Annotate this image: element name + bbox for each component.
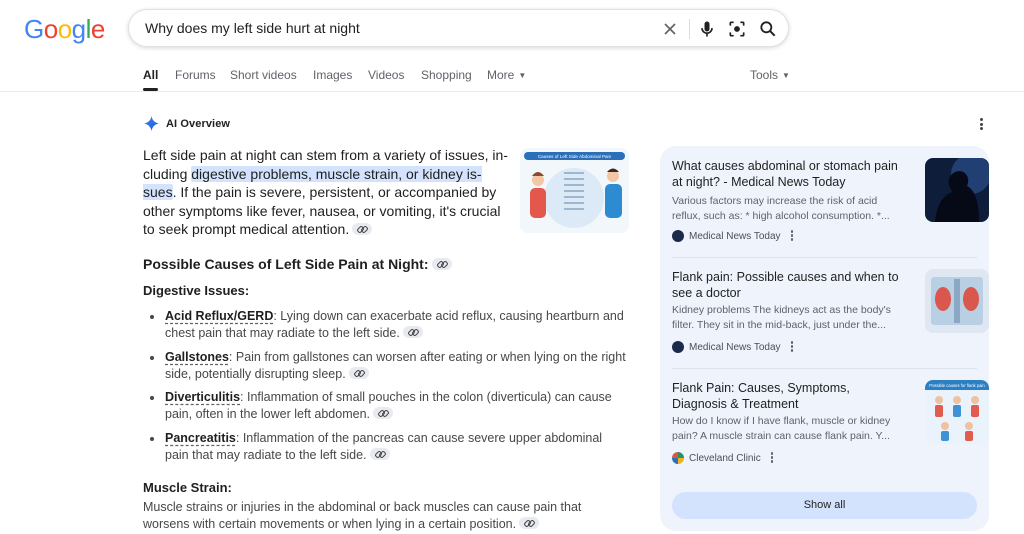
ai-overview-intro: Left side pain at night can stem from a …: [143, 146, 513, 239]
tab-shopping[interactable]: Shopping: [421, 68, 472, 82]
lens-icon[interactable]: [727, 19, 747, 39]
more-options-icon[interactable]: [976, 118, 986, 132]
link-icon[interactable]: [431, 258, 452, 270]
gemini-sparkle-icon: [143, 115, 160, 132]
google-logo[interactable]: Google: [24, 14, 105, 45]
logo-letter: o: [57, 14, 72, 44]
tab-forums[interactable]: Forums: [175, 68, 216, 82]
source-favicon-icon: [672, 230, 684, 242]
term-link[interactable]: Diverticulitis: [165, 390, 240, 404]
source-name: Medical News Today: [689, 341, 781, 353]
list-item: Diverticulitis: Inflammation of small po…: [148, 389, 628, 423]
more-options-icon[interactable]: [790, 341, 794, 353]
causes-heading: Possible Causes of Left Side Pain at Nig…: [143, 256, 452, 272]
list-item: Gallstones: Pain from gallstones can wor…: [148, 349, 628, 383]
logo-letter: g: [71, 14, 86, 44]
logo-letter: G: [24, 14, 44, 44]
thumbnail-caption: Causes of Left Side Abdominal Pain: [538, 154, 612, 159]
overview-thumbnail[interactable]: Causes of Left Side Abdominal Pain: [520, 148, 629, 233]
search-tabs: All Forums Short videos Images Videos Sh…: [0, 62, 1024, 92]
tab-short-videos[interactable]: Short videos: [230, 68, 297, 82]
source-title[interactable]: What causes abdominal or stomach pain at…: [672, 158, 904, 190]
source-name: Medical News Today: [689, 230, 781, 242]
thumbnail-caption: Possible causes for flank pain: [929, 383, 985, 388]
tab-videos[interactable]: Videos: [368, 68, 404, 82]
source-title[interactable]: Flank pain: Possible causes and when to …: [672, 269, 904, 301]
link-icon[interactable]: [519, 517, 540, 529]
tab-more-label: More: [487, 68, 515, 82]
more-options-icon[interactable]: [770, 452, 774, 464]
source-card[interactable]: Flank Pain: Causes, Symptoms, Diagnosis …: [672, 380, 989, 480]
link-icon[interactable]: [352, 223, 373, 235]
source-card[interactable]: Flank pain: Possible causes and when to …: [672, 269, 989, 369]
caret-down-icon: ▼: [782, 71, 790, 80]
digestive-heading: Digestive Issues:: [143, 283, 250, 298]
sources-panel: What causes abdominal or stomach pain at…: [660, 146, 989, 531]
logo-letter: e: [90, 14, 105, 44]
source-name: Cleveland Clinic: [689, 452, 761, 464]
term-link[interactable]: Acid Reflux/GERD: [165, 309, 273, 323]
link-icon[interactable]: [348, 367, 369, 379]
active-tab-indicator: [143, 88, 158, 91]
source-thumbnail[interactable]: [925, 269, 989, 333]
caret-down-icon: ▼: [518, 71, 527, 80]
list-item: Pancreatitis: Inflammation of the pancre…: [148, 430, 628, 464]
list-item: Acid Reflux/GERD: Lying down can exacerb…: [148, 308, 628, 342]
ai-overview-header: AI Overview: [143, 115, 230, 132]
tools-label: Tools: [750, 68, 779, 82]
search-icon[interactable]: [758, 19, 778, 39]
source-attribution: Cleveland Clinic: [672, 452, 774, 464]
source-thumbnail[interactable]: Possible causes for flank pain: [925, 380, 989, 444]
microphone-icon[interactable]: [697, 19, 717, 39]
clear-icon[interactable]: [660, 19, 680, 39]
ai-overview-title: AI Overview: [166, 117, 231, 130]
search-divider: [689, 19, 690, 39]
source-title[interactable]: Flank Pain: Causes, Symptoms, Diagnosis …: [672, 380, 904, 412]
source-snippet: Various factors may increase the risk of…: [672, 195, 890, 222]
source-attribution: Medical News Today: [672, 230, 794, 242]
muscle-text-content: Muscle strains or injuries in the abdomi…: [143, 500, 582, 531]
more-options-icon[interactable]: [790, 230, 794, 242]
source-attribution: Medical News Today: [672, 341, 794, 353]
source-snippet: Kidney problems The kidneys act as the b…: [672, 304, 891, 331]
card-divider: [672, 257, 977, 258]
term-link[interactable]: Pancreatitis: [165, 431, 236, 445]
link-icon[interactable]: [402, 326, 423, 338]
source-favicon-icon: [672, 452, 684, 464]
muscle-text: Muscle strains or injuries in the abdomi…: [143, 499, 613, 533]
tab-more[interactable]: More ▼: [487, 68, 526, 82]
muscle-heading: Muscle Strain:: [143, 480, 232, 495]
search-input[interactable]: Why does my left side hurt at night: [145, 20, 360, 36]
source-thumbnail[interactable]: [925, 158, 989, 222]
item-text: : Pain from gallstones can worsen after …: [165, 350, 626, 381]
source-snippet: How do I know if I have flank, muscle or…: [672, 415, 891, 442]
source-card[interactable]: What causes abdominal or stomach pain at…: [672, 158, 989, 258]
source-favicon-icon: [672, 341, 684, 353]
logo-letter: o: [43, 14, 58, 44]
tab-images[interactable]: Images: [313, 68, 352, 82]
tab-all[interactable]: All: [143, 68, 158, 82]
link-icon[interactable]: [369, 448, 390, 460]
show-all-button[interactable]: Show all: [672, 492, 977, 519]
link-icon[interactable]: [373, 407, 393, 419]
causes-heading-text: Possible Causes of Left Side Pain at Nig…: [143, 256, 429, 272]
intro-text: . If the pain is severe, persistent, or …: [143, 184, 501, 237]
term-link[interactable]: Gallstones: [165, 350, 229, 364]
card-divider: [672, 368, 977, 369]
tools-button[interactable]: Tools ▼: [750, 68, 790, 82]
search-box[interactable]: Why does my left side hurt at night: [128, 9, 789, 47]
